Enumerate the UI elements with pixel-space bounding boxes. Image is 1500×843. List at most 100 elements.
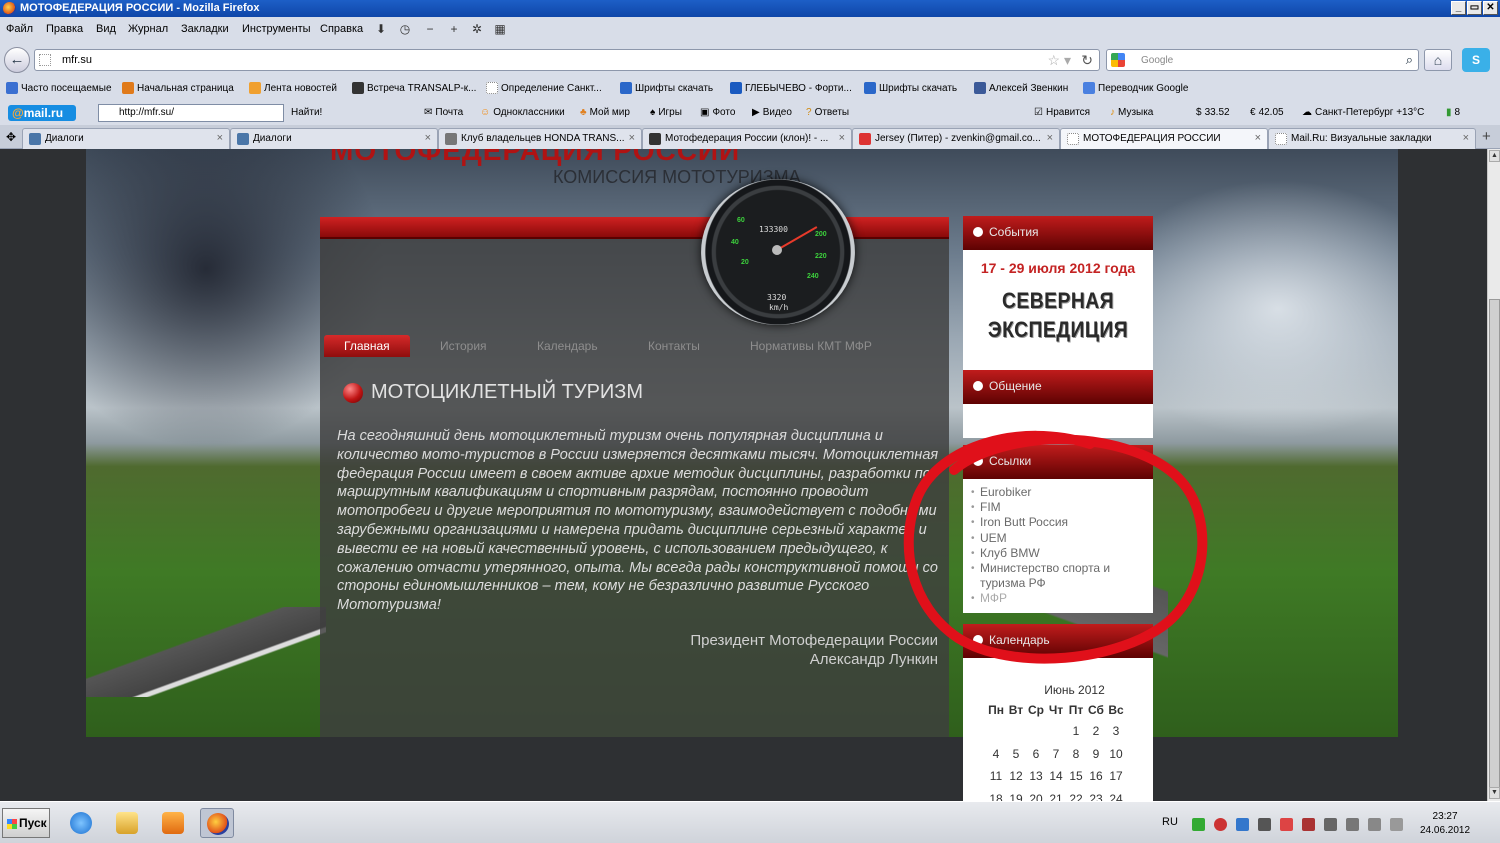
start-button[interactable]: Пуск — [2, 808, 50, 838]
scroll-down-icon[interactable]: ▼ — [1489, 787, 1500, 799]
calendar-day[interactable]: 9 — [1086, 743, 1106, 766]
tray-sync-icon[interactable] — [1236, 818, 1249, 831]
home-button[interactable]: ⌂ — [1424, 49, 1452, 71]
mailru-search-input[interactable]: http://mfr.su/ — [98, 104, 284, 122]
nav-history[interactable]: История — [440, 335, 487, 357]
grid-icon[interactable]: ▦ — [493, 22, 507, 36]
tab-mfr-clone[interactable]: Мотофедерация России (клон)! - ... × — [642, 128, 852, 149]
tab-mfr[interactable]: МОТОФЕДЕРАЦИЯ РОССИИ × — [1060, 128, 1268, 149]
menu-bookmarks[interactable]: Закладки — [181, 23, 229, 35]
close-button[interactable]: ✕ — [1483, 1, 1498, 15]
tab-close-icon[interactable]: × — [1047, 132, 1053, 144]
calendar-day[interactable]: 4 — [986, 743, 1006, 766]
bookmark-item[interactable]: Определение Санкт... — [486, 82, 602, 94]
calendar-day[interactable]: 2 — [1086, 720, 1106, 743]
clock[interactable]: 23:27 24.06.2012 — [1420, 810, 1470, 838]
nav-norms[interactable]: Нормативы КМТ МФР — [750, 335, 872, 357]
link-mfr[interactable]: МФР — [971, 591, 1153, 606]
link-ironbutt[interactable]: Iron Butt Россия — [971, 515, 1153, 530]
calendar-day[interactable] — [1026, 720, 1046, 743]
video-link[interactable]: ▶ Видео — [752, 107, 792, 118]
bookmark-item[interactable]: Шрифты скачать — [864, 82, 957, 94]
tray-display-icon[interactable] — [1258, 818, 1271, 831]
menu-help[interactable]: Справка — [320, 23, 363, 35]
tray-volume-icon[interactable] — [1324, 818, 1337, 831]
link-fim[interactable]: FIM — [971, 500, 1153, 515]
tab-honda-club[interactable]: Клуб владельцев HONDA TRANS... × — [438, 128, 642, 149]
tray-device-icon[interactable] — [1346, 818, 1359, 831]
like-link[interactable]: ☑ Нравится — [1034, 107, 1090, 118]
photo-link[interactable]: ▣ Фото — [700, 107, 735, 118]
mymir-link[interactable]: ♣ Мой мир — [580, 107, 630, 118]
tab-close-icon[interactable]: × — [1463, 132, 1469, 144]
tab-close-icon[interactable]: × — [629, 132, 635, 144]
weather-link[interactable]: ☁ Санкт-Петербург +13°C — [1302, 107, 1424, 118]
link-uem[interactable]: UEM — [971, 531, 1153, 546]
link-bmw-club[interactable]: Клуб BMW — [971, 546, 1153, 561]
scroll-thumb[interactable] — [1489, 299, 1500, 799]
tab-close-icon[interactable]: × — [217, 132, 223, 144]
calendar-day[interactable]: 3 — [1106, 720, 1126, 743]
calendar-day[interactable]: 23 — [1086, 788, 1106, 801]
calendar-day[interactable]: 16 — [1086, 765, 1106, 788]
tab-mailru-bookmarks[interactable]: Mail.Ru: Визуальные закладки × — [1268, 128, 1476, 149]
nav-home[interactable]: Главная — [324, 335, 410, 357]
explorer-icon[interactable] — [110, 808, 144, 838]
music-link[interactable]: ♪ Музыка — [1110, 107, 1153, 118]
traffic-link[interactable]: ▮ 8 — [1446, 107, 1460, 118]
calendar-day[interactable]: 11 — [986, 765, 1006, 788]
odnoklassniki-link[interactable]: ☺ Одноклассники — [480, 107, 565, 118]
vertical-scrollbar[interactable]: ▲ ▼ — [1487, 149, 1500, 801]
calendar-day[interactable]: 5 — [1006, 743, 1026, 766]
calendar-day[interactable]: 12 — [1006, 765, 1026, 788]
settings-icon[interactable]: ✲ — [470, 22, 484, 36]
calendar-day[interactable]: 18 — [986, 788, 1006, 801]
calendar-day[interactable]: 20 — [1026, 788, 1046, 801]
find-button[interactable]: Найти! — [291, 107, 322, 118]
bookmark-item[interactable]: Встреча TRANSALP-к... — [352, 82, 476, 94]
eur-rate[interactable]: €42.05 — [1250, 107, 1284, 118]
calendar-day[interactable]: 8 — [1066, 743, 1086, 766]
nav-contacts[interactable]: Контакты — [648, 335, 700, 357]
calendar-day[interactable]: 1 — [1066, 720, 1086, 743]
calendar-day[interactable]: 17 — [1106, 765, 1126, 788]
scroll-up-icon[interactable]: ▲ — [1489, 150, 1500, 162]
maximize-button[interactable]: ▭ — [1467, 1, 1482, 15]
link-minsport[interactable]: Министерство спорта и туризма РФ — [971, 561, 1153, 591]
bookmark-item[interactable]: ГЛЕБЫЧЕВО - Форти... — [730, 82, 852, 94]
calendar-day[interactable]: 15 — [1066, 765, 1086, 788]
reload-icon[interactable]: ↻ — [1081, 52, 1093, 69]
search-box[interactable]: Google ⌕ — [1106, 49, 1419, 71]
bookmark-item[interactable]: Лента новостей — [249, 82, 337, 94]
tab-dialogs-1[interactable]: Диалоги × — [22, 128, 230, 149]
tray-network-icon[interactable] — [1192, 818, 1205, 831]
games-link[interactable]: ♠ Игры — [650, 107, 682, 118]
search-icon[interactable]: ⌕ — [1406, 52, 1413, 68]
firefox-taskbar-icon[interactable] — [200, 808, 234, 838]
clock-icon[interactable]: ◷ — [398, 22, 412, 36]
download-icon[interactable]: ⬇ — [374, 22, 388, 36]
back-button[interactable]: ← — [4, 47, 30, 73]
tray-antivirus-icon[interactable] — [1214, 818, 1227, 831]
link-eurobiker[interactable]: Eurobiker — [971, 485, 1153, 500]
calendar-day[interactable]: 7 — [1046, 743, 1066, 766]
bookmark-item[interactable]: Начальная страница — [122, 82, 234, 94]
mailru-logo[interactable]: @mail.ru — [8, 105, 76, 121]
calendar-day[interactable] — [986, 720, 1006, 743]
menu-file[interactable]: Файл — [6, 23, 33, 35]
bookmark-item[interactable]: Шрифты скачать — [620, 82, 713, 94]
events-widget-body[interactable]: 17 - 29 июля 2012 года СЕВЕРНАЯ ЭКСПЕДИЦ… — [963, 250, 1153, 387]
bookmark-item[interactable]: Часто посещаемые — [6, 82, 112, 94]
language-indicator[interactable]: RU — [1162, 816, 1178, 828]
menu-edit[interactable]: Правка — [46, 23, 83, 35]
calendar-day[interactable]: 14 — [1046, 765, 1066, 788]
tab-close-icon[interactable]: × — [425, 132, 431, 144]
mail-link[interactable]: ✉ Почта — [424, 107, 463, 118]
skype-icon[interactable]: S — [1462, 48, 1490, 72]
tab-gmail[interactable]: Jersey (Питер) - zvenkin@gmail.co... × — [852, 128, 1060, 149]
tray-signal-icon[interactable] — [1368, 818, 1381, 831]
menu-history[interactable]: Журнал — [128, 23, 168, 35]
zoom-in-icon[interactable]: + — [447, 22, 461, 36]
zoom-out-icon[interactable]: − — [423, 22, 437, 36]
calendar-day[interactable]: 6 — [1026, 743, 1046, 766]
